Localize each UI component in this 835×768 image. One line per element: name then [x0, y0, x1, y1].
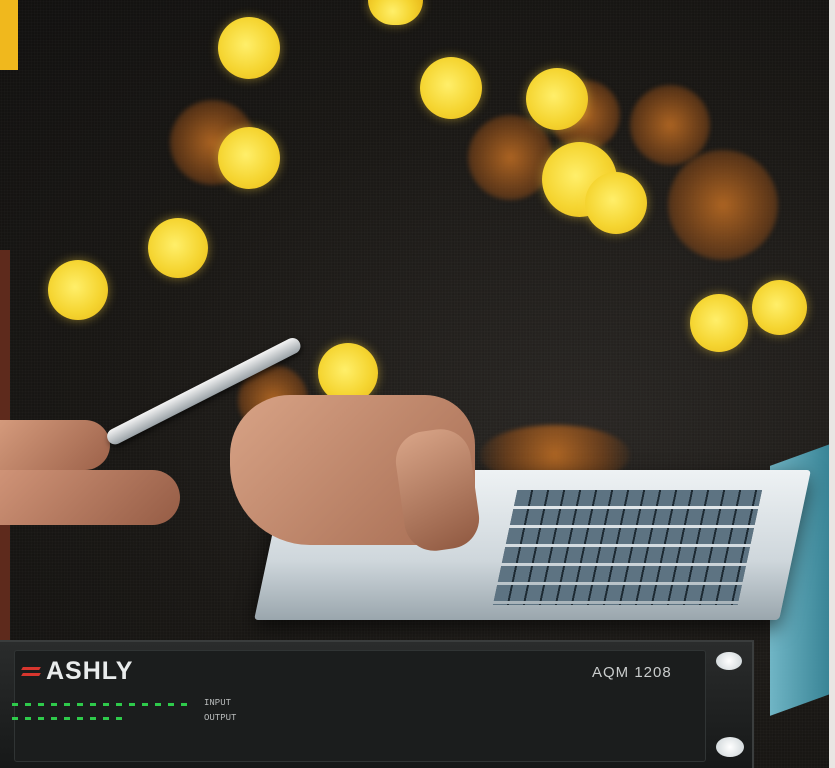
left-hand	[0, 470, 180, 525]
brand-label: ASHLY	[46, 657, 134, 685]
right-edge-strip	[829, 0, 835, 768]
bokeh-light	[630, 85, 710, 165]
bokeh-light	[468, 115, 553, 200]
bokeh-light	[218, 17, 280, 79]
bokeh-light	[148, 218, 208, 278]
rack-knob-top	[716, 652, 742, 670]
bokeh-light	[668, 150, 778, 260]
photo-scene: ASHLY AQM 1208 INPUT OUTPUT	[0, 0, 835, 768]
input-meter	[12, 703, 192, 706]
laptop-keyboard	[492, 490, 763, 605]
corner-accent	[0, 0, 18, 70]
bokeh-light	[690, 294, 748, 352]
bokeh-light	[318, 343, 378, 403]
bokeh-light	[48, 260, 108, 320]
model-label: AQM 1208	[592, 664, 672, 681]
bokeh-light	[585, 172, 647, 234]
input-label: INPUT	[204, 698, 232, 708]
left-hand-finger	[0, 420, 110, 470]
bokeh-light	[420, 57, 482, 119]
output-label: OUTPUT	[204, 713, 237, 723]
ashly-logo-icon	[22, 665, 42, 679]
bokeh-light	[752, 280, 807, 335]
output-meter	[12, 717, 122, 720]
bokeh-light	[526, 68, 588, 130]
bokeh-light	[218, 127, 280, 189]
rack-knob-bottom	[716, 737, 744, 757]
